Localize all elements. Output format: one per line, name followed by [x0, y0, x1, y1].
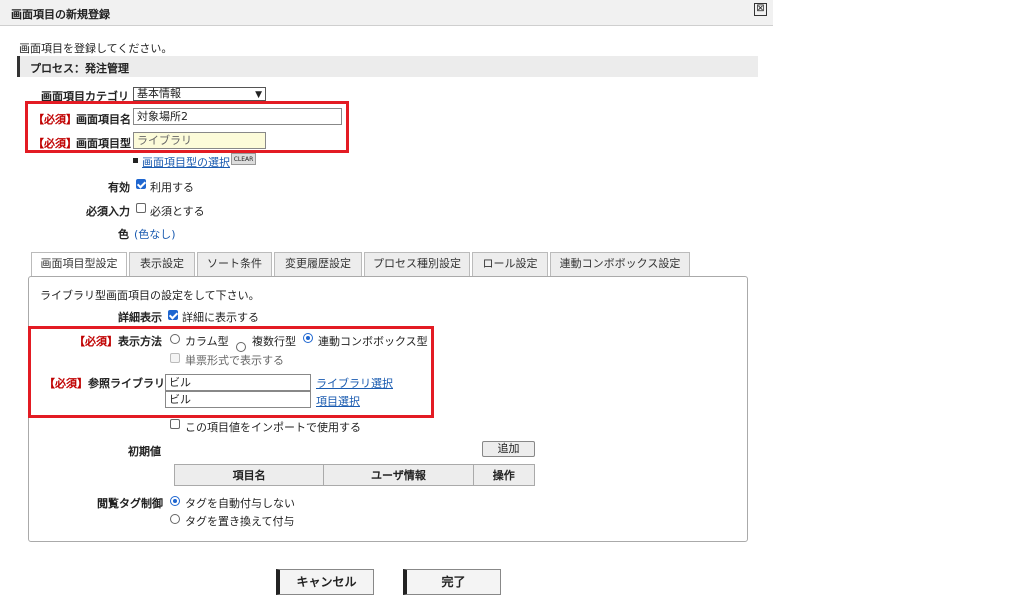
item-select-link[interactable]: 項目選択 [316, 393, 360, 409]
single-form-label: 単票形式で表示する [185, 354, 284, 367]
required-input-option-label: 必須とする [150, 205, 205, 218]
color-label: 色 [118, 228, 129, 241]
required-tag: 【必須】 [74, 335, 118, 348]
tab-process-type[interactable]: プロセス種別設定 [364, 252, 470, 276]
enabled-checkbox[interactable] [136, 179, 146, 189]
radio-tag-none-label: タグを自動付与しない [185, 497, 295, 510]
item-input[interactable]: ビル [165, 391, 311, 408]
name-label: 画面項目名 [76, 113, 131, 126]
ref-library-label: 参照ライブラリ [88, 377, 165, 390]
library-input[interactable]: ビル [165, 374, 311, 391]
tab-combo[interactable]: 連動コンボボックス設定 [550, 252, 690, 276]
tab-screen-item-type[interactable]: 画面項目型設定 [31, 252, 127, 277]
tab-role[interactable]: ロール設定 [472, 252, 548, 276]
display-method-label: 表示方法 [118, 335, 162, 348]
type-label: 画面項目型 [76, 137, 131, 150]
enabled-label: 有効 [108, 181, 130, 194]
intro-text: 画面項目を登録してください。 [19, 42, 173, 55]
dialog-title: 画面項目の新規登録 [11, 8, 110, 21]
radio-tag-none[interactable] [170, 496, 180, 506]
required-input-checkbox[interactable] [136, 203, 146, 213]
type-input: ライブラリ [133, 132, 266, 149]
add-button[interactable]: 追加 [482, 441, 535, 457]
dialog-titlebar: 画面項目の新規登録 ⊠ [0, 0, 773, 26]
table-header-user-info: ユーザ情報 [323, 464, 474, 486]
initial-value-label: 初期値 [128, 445, 161, 458]
required-tag: 【必須】 [33, 113, 77, 126]
chevron-down-icon: ▼ [255, 90, 262, 100]
radio-column[interactable] [170, 334, 180, 344]
bullet-icon [133, 158, 138, 163]
table-header-action: 操作 [472, 464, 536, 486]
radio-linked-combo[interactable] [303, 333, 313, 343]
panel-description: ライブラリ型画面項目の設定をして下さい。 [40, 289, 260, 302]
radio-multiline[interactable] [236, 342, 246, 352]
import-label: この項目値をインポートで使用する [185, 421, 361, 434]
done-button[interactable]: 完了 [403, 569, 501, 595]
color-link[interactable]: (色なし) [134, 226, 176, 242]
name-input[interactable]: 対象場所2 [133, 108, 342, 125]
radio-column-label: カラム型 [185, 335, 229, 348]
tab-sort[interactable]: ソート条件 [197, 252, 272, 276]
radio-linked-combo-label: 連動コンボボックス型 [318, 335, 428, 348]
close-icon[interactable]: ⊠ [754, 3, 767, 16]
radio-tag-replace-label: タグを置き換えて付与 [185, 515, 295, 528]
import-checkbox[interactable] [170, 419, 180, 429]
detail-checkbox[interactable] [168, 310, 178, 320]
process-header: プロセス：発注管理 [17, 56, 758, 77]
clear-button[interactable]: CLEAR [231, 153, 256, 165]
detail-option-label: 詳細に表示する [182, 311, 259, 324]
cancel-button[interactable]: キャンセル [276, 569, 374, 595]
tag-control-label: 閲覧タグ制御 [97, 497, 163, 510]
radio-tag-replace[interactable] [170, 514, 180, 524]
table-header-item-name: 項目名 [173, 464, 325, 486]
category-value: 基本情報 [137, 87, 181, 100]
single-form-checkbox[interactable] [170, 353, 180, 363]
process-label: プロセス：発注管理 [30, 62, 129, 75]
radio-multiline-label: 複数行型 [252, 335, 296, 348]
tab-display[interactable]: 表示設定 [129, 252, 195, 276]
type-select-link[interactable]: 画面項目型の選択 [142, 154, 230, 170]
enabled-option-label: 利用する [150, 181, 194, 194]
tab-history[interactable]: 変更履歴設定 [274, 252, 362, 276]
required-tag: 【必須】 [44, 377, 88, 390]
required-input-label: 必須入力 [86, 205, 130, 218]
category-select[interactable]: 基本情報 ▼ [133, 87, 266, 101]
library-select-link[interactable]: ライブラリ選択 [316, 375, 393, 391]
initial-value-table: 項目名 ユーザ情報 操作 [173, 464, 536, 486]
detail-label: 詳細表示 [118, 311, 162, 324]
required-tag: 【必須】 [33, 137, 77, 150]
